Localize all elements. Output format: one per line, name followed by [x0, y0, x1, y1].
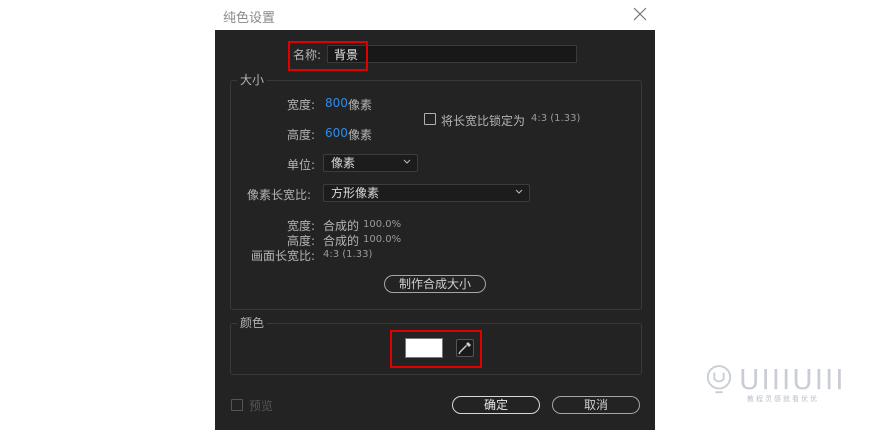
- pixel-aspect-dropdown-value: 方形像素: [331, 186, 380, 200]
- color-highlight-box: [390, 330, 482, 368]
- width-unit: 像素: [348, 98, 373, 112]
- frame-aspect-label: 画面长宽比:: [251, 249, 316, 263]
- chevron-down-icon: [403, 159, 411, 164]
- preview-checkbox[interactable]: [231, 399, 243, 411]
- units-dropdown[interactable]: 像素: [323, 154, 418, 172]
- width-label: 宽度:: [287, 98, 316, 112]
- comp-height-percent: 100.0%: [363, 234, 402, 245]
- width-value[interactable]: 800: [325, 96, 348, 110]
- units-dropdown-value: 像素: [331, 156, 356, 170]
- pixel-aspect-label: 像素长宽比:: [247, 188, 312, 202]
- cancel-button[interactable]: 取消: [552, 396, 640, 414]
- units-label: 单位:: [287, 158, 316, 172]
- preview-label: 预览: [249, 399, 274, 413]
- height-value[interactable]: 600: [325, 126, 348, 140]
- comp-height-value: 合成的: [323, 234, 360, 248]
- frame-aspect-value: 4:3 (1.33): [323, 249, 373, 260]
- close-icon[interactable]: [633, 7, 647, 21]
- ok-button[interactable]: 确定: [452, 396, 540, 414]
- comp-width-percent: 100.0%: [363, 219, 402, 230]
- watermark-subtext: 教程灵感就看优优: [747, 395, 819, 403]
- dialog-title: 纯色设置: [223, 11, 276, 26]
- size-group-title: 大小: [237, 72, 268, 88]
- chevron-down-icon: [515, 189, 523, 194]
- height-label: 高度:: [287, 128, 316, 142]
- watermark: UIIIUIII 教程灵感就看优优: [705, 364, 855, 404]
- make-comp-size-button[interactable]: 制作合成大小: [384, 275, 486, 293]
- dialog-titlebar: 纯色设置: [215, 0, 655, 30]
- pixel-aspect-dropdown[interactable]: 方形像素: [323, 184, 530, 202]
- solid-settings-dialog: 纯色设置 名称: 背景 大小 宽度: 800 像素 高度: 600 像素 将长宽…: [215, 0, 655, 430]
- watermark-text: UIIIUIII: [739, 363, 846, 396]
- color-group-title: 颜色: [237, 315, 268, 331]
- height-unit: 像素: [348, 128, 373, 142]
- lightbulb-logo-icon: [706, 365, 732, 394]
- lock-aspect-ratio: 4:3 (1.33): [531, 113, 581, 124]
- lock-aspect-label: 将长宽比锁定为: [441, 114, 526, 128]
- name-highlight-box: [288, 41, 368, 71]
- lock-aspect-checkbox[interactable]: [424, 113, 436, 125]
